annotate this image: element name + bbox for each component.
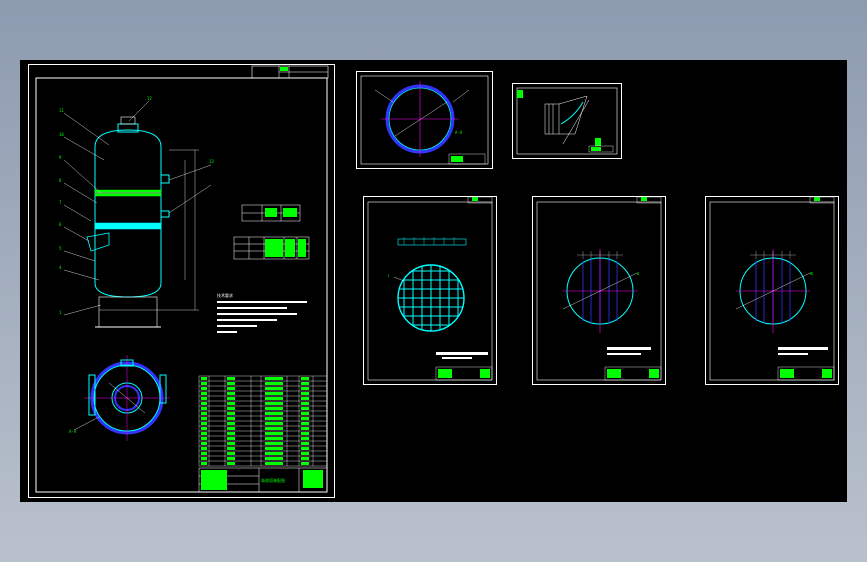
part-label-13: 13: [209, 159, 214, 164]
part-number-labels: 11 10 9 8 7 6 5 4 1 12 13: [59, 96, 214, 315]
plan-view-label: A-A: [69, 429, 77, 434]
top-detail-sheet-1: A-A: [356, 71, 493, 169]
top-sheet-2-view-label: B: [521, 92, 524, 97]
cad-drawing-canvas[interactable]: 11 10 9 8 7 6 5 4 1 12 13 技术要求 A-A 吸收塔装配…: [20, 60, 847, 502]
detail-sheet-1-view-label: Ⅰ: [388, 273, 389, 278]
part-label-5: 5: [59, 246, 62, 251]
detail-sheet-plate-3: Ⅲ: [705, 196, 839, 385]
main-assembly-sheet: 11 10 9 8 7 6 5 4 1 12 13 技术要求 A-A 吸收塔装配…: [28, 64, 335, 498]
part-label-6: 6: [59, 222, 62, 227]
top-sheet-1-view-label: A-A: [455, 130, 463, 135]
svg-text:技术要求: 技术要求: [217, 292, 233, 298]
main-assembly-drawing: 11 10 9 8 7 6 5 4 1 12 13 技术要求 A-A 吸收塔装配…: [35, 65, 329, 493]
drawing-title: 吸收塔装配图: [261, 477, 285, 483]
nozzle-table: [241, 204, 301, 222]
absorption-tower-elevation: [86, 116, 170, 328]
part-label-7: 7: [59, 200, 62, 205]
parts-list-table: [198, 375, 328, 467]
part-label-4: 4: [59, 265, 62, 270]
detail-sheet-2-view-label: Ⅱ: [637, 271, 639, 276]
detail-sheet-plate-2: Ⅱ: [532, 196, 666, 385]
part-label-12: 12: [147, 96, 152, 101]
technical-notes: 技术要求: [217, 292, 307, 333]
design-data-table: [233, 236, 310, 260]
plan-view: [73, 355, 170, 441]
detail-sheet-3-view-label: Ⅲ: [810, 271, 813, 276]
top-detail-sheet-2: B: [512, 83, 622, 159]
detail-sheet-grid: Ⅰ: [363, 196, 497, 385]
part-label-11: 11: [59, 108, 64, 113]
part-label-9: 9: [59, 155, 62, 160]
part-label-1: 1: [59, 310, 62, 315]
part-label-8: 8: [59, 178, 62, 183]
part-label-10: 10: [59, 132, 64, 137]
